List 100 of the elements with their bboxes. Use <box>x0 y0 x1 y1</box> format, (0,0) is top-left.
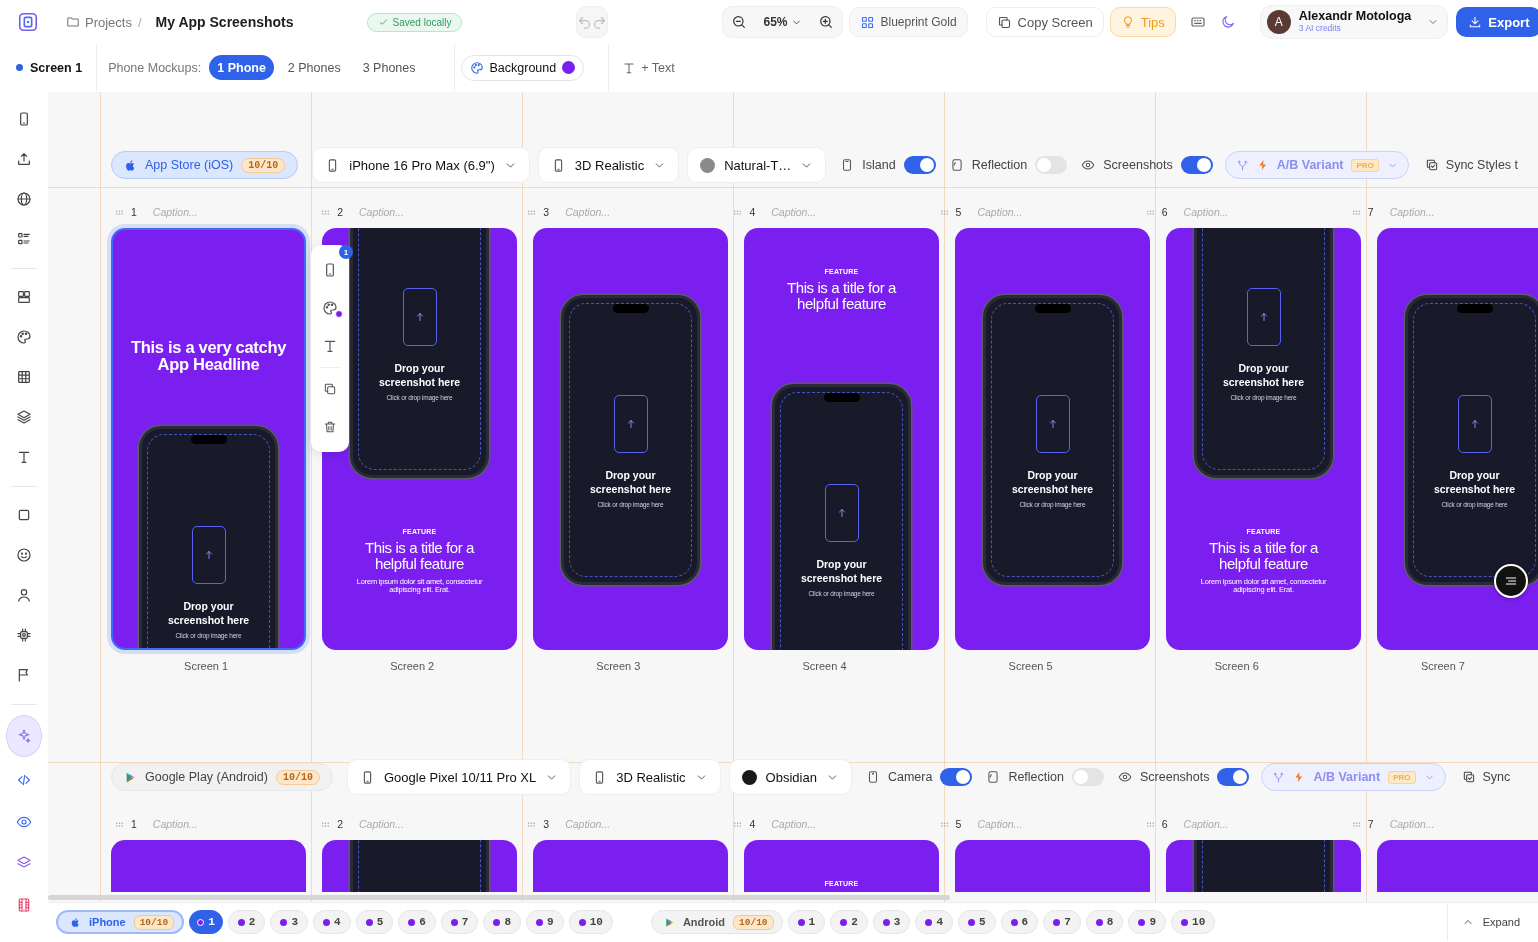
screen-chip[interactable]: 4 <box>915 910 953 934</box>
zoom-in-button[interactable] <box>817 14 834 30</box>
device-select[interactable]: Google Pixel 10/11 Pro XL <box>347 759 572 795</box>
grid-icon <box>16 369 32 385</box>
screen-chip[interactable]: 9 <box>1128 910 1167 934</box>
caption-field[interactable]: Caption... <box>1183 818 1304 830</box>
keyboard-shortcuts-button[interactable] <box>1189 14 1206 30</box>
screen-chip[interactable]: 4 <box>313 910 351 934</box>
style-select[interactable]: 3D Realistic <box>579 759 721 795</box>
caption-field[interactable]: Caption... <box>1389 206 1510 218</box>
screen-chip[interactable]: 1 <box>787 910 826 934</box>
undo-icon <box>577 14 593 30</box>
screen-number: 6 <box>1161 206 1168 218</box>
feature-title: This is a title for a helpful feature <box>1207 540 1320 572</box>
caption-field[interactable]: Caption... <box>977 206 1098 218</box>
add-text-button[interactable]: + Text <box>622 60 675 75</box>
upload-dropzone[interactable] <box>1457 395 1492 453</box>
scrollbar[interactable] <box>48 895 950 900</box>
smiley-icon <box>16 547 32 563</box>
screen-chip[interactable]: 7 <box>1043 910 1081 934</box>
screen-chip[interactable]: 3 <box>872 910 911 934</box>
upload-dropzone[interactable] <box>402 288 437 346</box>
screen-chip[interactable]: 1 <box>189 910 223 934</box>
dark-mode-button[interactable] <box>1219 14 1236 30</box>
screen-number: 1 <box>131 206 137 218</box>
layers-icon <box>16 409 32 425</box>
toggle-switch[interactable] <box>1217 768 1250 786</box>
frame-color-select[interactable]: Natural-T… <box>687 147 827 183</box>
platform-tab[interactable]: iPhone 10/10 <box>56 910 185 934</box>
screen-chip[interactable]: 3 <box>270 910 308 934</box>
status-dot <box>16 64 23 71</box>
upload-dropzone[interactable] <box>1246 288 1281 346</box>
upload-dropzone[interactable] <box>824 484 859 542</box>
toggle-switch[interactable] <box>903 156 936 174</box>
screen-chip[interactable]: 6 <box>1000 910 1039 934</box>
mockup-tab[interactable]: 2 Phones <box>279 55 349 80</box>
screen-chip[interactable]: 8 <box>1085 910 1124 934</box>
drop-title: Drop your screenshot here <box>1432 468 1517 496</box>
caption-field[interactable]: Caption... <box>1389 818 1510 830</box>
screen-label: Screen 4 <box>801 660 848 672</box>
screen-label: Screen 3 <box>595 660 642 672</box>
play-store-icon <box>124 770 137 784</box>
screen-chip[interactable]: 10 <box>568 910 613 934</box>
caption-field[interactable]: Caption... <box>771 206 892 218</box>
zoom-select[interactable]: 65% <box>755 15 810 29</box>
device-select[interactable]: iPhone 16 Pro Max (6.9") <box>312 147 530 183</box>
caption-field[interactable]: Caption... <box>359 818 479 830</box>
copy-screen-button[interactable]: Copy Screen <box>985 7 1104 37</box>
upload-dropzone[interactable] <box>613 395 648 453</box>
expand-button[interactable]: Expand <box>1446 903 1538 941</box>
toggle-switch[interactable] <box>940 768 973 786</box>
store-tab[interactable]: Google Play (Android) 10/10 <box>111 763 333 791</box>
pro-badge: PRO <box>1388 770 1416 784</box>
copy-icon <box>996 14 1012 30</box>
style-select[interactable]: 3D Realistic <box>537 147 680 183</box>
screen-chip[interactable]: 2 <box>227 910 266 934</box>
upload-dropzone[interactable] <box>191 526 226 584</box>
toggle-switch[interactable] <box>1180 156 1213 174</box>
mockup-tab[interactable]: 1 Phone <box>209 55 274 80</box>
caption-field[interactable]: Caption... <box>359 206 479 218</box>
caption-field[interactable]: Caption... <box>771 818 892 830</box>
store-tab[interactable]: App Store (iOS) 10/10 <box>111 151 299 179</box>
toggle-switch[interactable] <box>1035 156 1068 174</box>
text-icon <box>622 60 637 75</box>
toggle-label: Screenshots <box>1140 770 1210 784</box>
frame-color-select[interactable]: Obsidian <box>728 759 852 795</box>
screen-chip[interactable]: 9 <box>526 910 564 934</box>
sync-styles-button[interactable]: Sync <box>1461 770 1511 784</box>
caption-field[interactable]: Caption... <box>565 818 686 830</box>
sync-styles-button[interactable]: Sync Styles t <box>1424 158 1519 172</box>
mockup-tab[interactable]: 3 Phones <box>354 55 424 80</box>
screen-chip[interactable]: 2 <box>830 910 868 934</box>
projects-link[interactable]: Projects <box>66 14 132 30</box>
count-badge: 1 <box>339 245 353 259</box>
screen-number: 4 <box>749 206 756 218</box>
screen-chip[interactable]: 8 <box>483 910 522 934</box>
screen-chip[interactable]: 5 <box>355 910 394 934</box>
drop-title: Drop your screenshot here <box>588 468 673 496</box>
upload-dropzone[interactable] <box>1035 395 1070 453</box>
caption-field[interactable]: Caption... <box>1183 206 1304 218</box>
mirror-icon <box>986 770 1001 784</box>
screen-chip[interactable]: 5 <box>958 910 996 934</box>
zoom-out-button[interactable] <box>731 14 748 30</box>
screen-label: Screen 1 <box>183 660 230 672</box>
branch-icon <box>1235 158 1249 172</box>
screen-chip[interactable]: 10 <box>1171 910 1216 934</box>
caption-field[interactable]: Caption... <box>152 818 273 830</box>
dynamic-island <box>1456 304 1493 313</box>
user-menu[interactable]: A Alexandr Motologa 3 AI credits <box>1259 5 1449 39</box>
toggle-switch[interactable] <box>1072 768 1104 786</box>
caption-field[interactable]: Caption... <box>977 818 1098 830</box>
text-icon <box>16 449 32 465</box>
caption-field[interactable]: Caption... <box>565 206 686 218</box>
theme-button[interactable]: Blueprint Gold <box>848 7 968 37</box>
platform-tab[interactable]: Android 10/10 <box>650 910 783 934</box>
export-button[interactable]: Export <box>1456 7 1538 37</box>
screen-chip[interactable]: 7 <box>440 910 479 934</box>
caption-field[interactable]: Caption... <box>152 206 273 218</box>
screen-chip[interactable]: 6 <box>398 910 436 934</box>
screen-number: 5 <box>955 818 962 830</box>
